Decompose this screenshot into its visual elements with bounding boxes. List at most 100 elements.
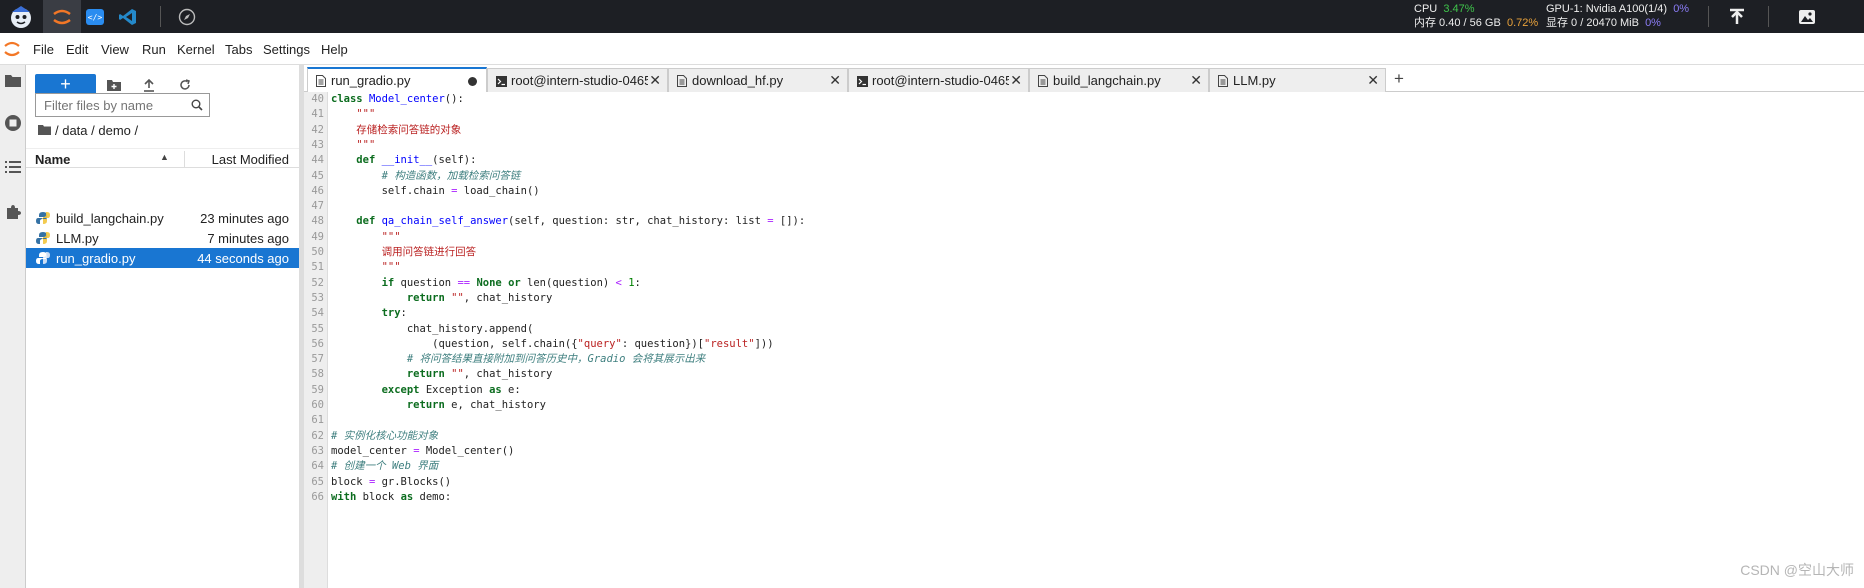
code-line[interactable]: 57 # 将问答结果直接附加到问答历史中，Gradio 会将其展示出来 — [304, 352, 1864, 367]
close-tab-icon[interactable]: ✕ — [1367, 72, 1379, 89]
code-line[interactable]: 52 if question == None or len(question) … — [304, 276, 1864, 291]
filter-files-field — [35, 93, 210, 117]
vscode-icon[interactable] — [109, 0, 147, 33]
menu-help[interactable]: Help — [321, 42, 348, 57]
breadcrumb: / data / demo / — [38, 123, 138, 138]
editor-tab[interactable]: root@intern-studio-04654 ✕ — [487, 68, 668, 92]
code-text: class Model_center(): — [331, 93, 464, 105]
line-number: 64 — [311, 460, 324, 473]
code-line[interactable]: 59 except Exception as e: — [304, 383, 1864, 398]
code-line[interactable]: 45 # 构造函数，加载检索问答链 — [304, 169, 1864, 184]
code-line[interactable]: 56 (question, self.chain({"query": quest… — [304, 337, 1864, 352]
terminal-icon — [857, 75, 868, 87]
close-tab-icon[interactable]: ✕ — [829, 72, 841, 89]
column-last-modified[interactable]: Last Modified — [212, 152, 289, 167]
menu-edit[interactable]: Edit — [66, 42, 88, 57]
code-line[interactable]: 65 block = gr.Blocks() — [304, 475, 1864, 490]
code-line[interactable]: 43 """ — [304, 138, 1864, 153]
close-tab-icon[interactable]: ✕ — [1010, 72, 1022, 89]
code-line[interactable]: 54 try: — [304, 306, 1864, 321]
code-line[interactable]: 40 class Model_center(): — [304, 92, 1864, 107]
file-icon — [677, 75, 688, 87]
root-folder-icon[interactable] — [38, 123, 51, 138]
file-name[interactable]: run_gradio.py — [56, 251, 136, 266]
tab-label: root@intern-studio-04654 — [872, 73, 1009, 88]
line-number: 62 — [311, 429, 324, 442]
code-line[interactable]: 58 return "", chat_history — [304, 367, 1864, 382]
file-browser: + / data / demo / Name ▲ Last Modified b… — [26, 65, 299, 588]
intern-logo-icon[interactable] — [2, 0, 40, 33]
folder-icon[interactable] — [4, 71, 22, 89]
menu-kernel[interactable]: Kernel — [177, 42, 215, 57]
code-text: # 将问答结果直接附加到问答历史中，Gradio 会将其展示出来 — [406, 353, 706, 366]
editor-tab[interactable]: root@intern-studio-04654 ✕ — [848, 68, 1029, 92]
code-line[interactable]: 48 def qa_chain_self_answer(self, questi… — [304, 214, 1864, 229]
code-text: with block as demo: — [331, 490, 452, 503]
filter-files-input[interactable] — [36, 94, 182, 116]
code-text: # 构造函数，加载检索问答链 — [381, 169, 521, 182]
memory-value: 0.72% — [1506, 17, 1539, 29]
editor-tab[interactable]: run_gradio.py — [307, 67, 487, 92]
line-number: 46 — [311, 184, 324, 197]
editor-tab[interactable]: download_hf.py ✕ — [668, 68, 848, 92]
code-line[interactable]: 49 """ — [304, 230, 1864, 245]
code-line[interactable]: 61 — [304, 413, 1864, 428]
table-of-contents-icon[interactable] — [4, 158, 22, 176]
file-row[interactable]: run_gradio.py 44 seconds ago — [26, 248, 299, 268]
code-line[interactable]: 42 存储检索问答链的对象 — [304, 123, 1864, 138]
code-text: """ — [381, 261, 401, 274]
line-number: 60 — [311, 399, 324, 411]
menu-tabs[interactable]: Tabs — [225, 42, 252, 57]
code-line[interactable]: 50 调用问答链进行回答 — [304, 245, 1864, 260]
code-line[interactable]: 41 """ — [304, 107, 1864, 122]
code-line[interactable]: 51 """ — [304, 260, 1864, 275]
code-line[interactable]: 62 # 实例化核心功能对象 — [304, 429, 1864, 444]
new-folder-icon[interactable] — [105, 76, 123, 94]
refresh-icon[interactable] — [176, 76, 194, 94]
code-text: def qa_chain_self_answer(self, question:… — [356, 215, 806, 228]
code-line[interactable]: 63 model_center = Model_center() — [304, 444, 1864, 459]
code-line[interactable]: 44 def __init__(self): — [304, 153, 1864, 168]
file-row[interactable]: build_langchain.py 23 minutes ago — [26, 208, 299, 228]
line-number: 48 — [311, 215, 324, 228]
close-tab-icon[interactable]: ✕ — [649, 72, 661, 89]
line-number: 42 — [311, 123, 324, 136]
image-icon[interactable] — [1788, 0, 1826, 33]
compass-icon[interactable] — [168, 0, 206, 33]
tab-label: download_hf.py — [692, 73, 784, 88]
file-name[interactable]: build_langchain.py — [56, 211, 164, 226]
add-tab-button[interactable]: + — [1388, 68, 1410, 91]
code-line[interactable]: 53 return "", chat_history — [304, 291, 1864, 306]
tab-label: build_langchain.py — [1053, 73, 1161, 88]
upload-icon[interactable] — [140, 76, 158, 94]
column-divider[interactable] — [184, 151, 185, 167]
code-line[interactable]: 66 with block as demo: — [304, 490, 1864, 505]
cpu-label: CPU — [1414, 3, 1438, 15]
menu-view[interactable]: View — [101, 42, 129, 57]
menu-settings[interactable]: Settings — [263, 42, 310, 57]
breadcrumb-path[interactable]: / data / demo / — [55, 123, 138, 138]
extensions-puzzle-icon[interactable] — [4, 203, 22, 221]
code-text: # 创建一个 Web 界面 — [331, 460, 439, 473]
code-line[interactable]: 46 self.chain = load_chain() — [304, 184, 1864, 199]
code-line[interactable]: 47 — [304, 199, 1864, 214]
running-kernels-icon[interactable] — [4, 114, 22, 132]
close-tab-icon[interactable]: ✕ — [1190, 72, 1202, 89]
file-name[interactable]: LLM.py — [56, 231, 99, 246]
code-line[interactable]: 64 # 创建一个 Web 界面 — [304, 459, 1864, 474]
line-number: 45 — [311, 169, 324, 182]
menu-file[interactable]: File — [33, 42, 54, 57]
column-name[interactable]: Name — [35, 152, 70, 167]
editor-tab[interactable]: LLM.py ✕ — [1209, 68, 1386, 92]
menu-run[interactable]: Run — [142, 42, 166, 57]
code-line[interactable]: 55 chat_history.append( — [304, 322, 1864, 337]
code-editor[interactable]: 40 class Model_center(): 41 """ 42 存储检索问答链的… — [304, 92, 1864, 588]
upload-arrow-icon[interactable] — [1718, 0, 1756, 33]
file-icon — [1218, 75, 1229, 87]
code-line[interactable]: 60 return e, chat_history — [304, 398, 1864, 413]
unsaved-dot-icon[interactable] — [468, 77, 477, 86]
line-number: 53 — [311, 291, 324, 304]
editor-tab[interactable]: build_langchain.py ✕ — [1029, 68, 1209, 92]
line-number: 47 — [311, 200, 324, 213]
file-row[interactable]: LLM.py 7 minutes ago — [26, 228, 299, 248]
